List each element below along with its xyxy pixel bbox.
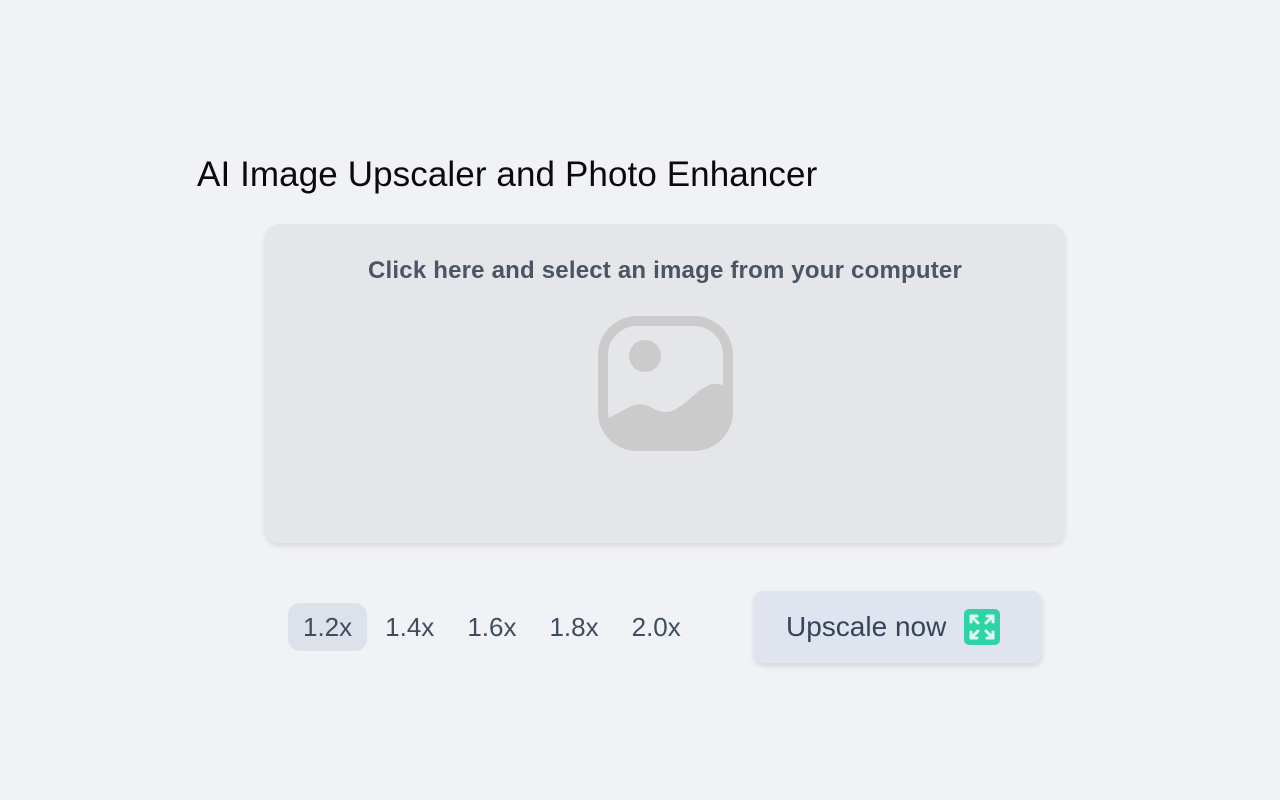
image-upload-dropzone[interactable]: Click here and select an image from your…	[265, 224, 1065, 543]
page-title: AI Image Upscaler and Photo Enhancer	[197, 155, 818, 194]
image-placeholder-icon	[598, 316, 733, 451]
scale-selector: 1.2x 1.4x 1.6x 1.8x 2.0x	[288, 603, 699, 651]
scale-option-1-4x[interactable]: 1.4x	[370, 603, 449, 651]
upscale-button-label: Upscale now	[786, 611, 947, 642]
scale-option-1-6x[interactable]: 1.6x	[452, 603, 531, 651]
page: AI Image Upscaler and Photo Enhancer Cli…	[0, 0, 1280, 800]
upscale-now-button[interactable]: Upscale now	[754, 591, 1042, 663]
scale-option-2-0x[interactable]: 2.0x	[617, 603, 696, 651]
expand-icon	[964, 609, 1001, 645]
dropzone-instruction: Click here and select an image from your…	[368, 257, 962, 284]
scale-option-1-2x[interactable]: 1.2x	[288, 603, 368, 651]
scale-option-1-8x[interactable]: 1.8x	[534, 603, 613, 651]
